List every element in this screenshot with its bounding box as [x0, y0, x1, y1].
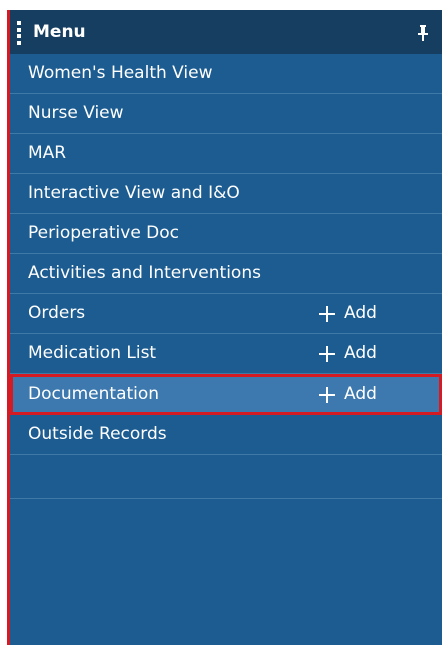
menu-item-womens-health-view[interactable]: Women's Health View — [10, 54, 442, 94]
menu-item-orders[interactable]: Orders Add — [10, 294, 442, 334]
medication-list-add-button[interactable]: Add — [318, 334, 377, 373]
menu-item-label: Outside Records — [28, 424, 167, 444]
menu-panel: Menu Women's Health View Nurse View MAR … — [10, 10, 442, 645]
menu-item-label: Documentation — [28, 384, 160, 404]
menu-item-perioperative-doc[interactable]: Perioperative Doc — [10, 214, 442, 254]
plus-icon — [319, 305, 335, 322]
drag-grip-icon[interactable] — [17, 21, 21, 45]
add-label: Add — [344, 384, 377, 404]
menu-item-interactive-view[interactable]: Interactive View and I&O — [10, 174, 442, 214]
menu-item-label: Women's Health View — [28, 63, 213, 83]
menu-item-label: Interactive View and I&O — [28, 183, 240, 203]
menu-item-label: Perioperative Doc — [28, 223, 180, 243]
menu-item-documentation[interactable]: Documentation Add — [10, 374, 442, 415]
documentation-add-button[interactable]: Add — [318, 377, 377, 412]
menu-item-empty — [10, 455, 442, 499]
menu-item-label: Activities and Interventions — [28, 263, 261, 283]
menu-item-label: Nurse View — [28, 103, 124, 123]
add-label: Add — [344, 343, 377, 363]
plus-icon — [319, 345, 335, 362]
menu-item-outside-records[interactable]: Outside Records — [10, 415, 442, 455]
menu-header: Menu — [10, 10, 442, 54]
menu-item-label: MAR — [28, 143, 67, 163]
menu-item-mar[interactable]: MAR — [10, 134, 442, 174]
menu-item-activities-interventions[interactable]: Activities and Interventions — [10, 254, 442, 294]
add-label: Add — [344, 303, 377, 323]
pin-icon[interactable] — [418, 25, 428, 41]
menu-item-nurse-view[interactable]: Nurse View — [10, 94, 442, 134]
menu-item-medication-list[interactable]: Medication List Add — [10, 334, 442, 374]
menu-item-label: Medication List — [28, 343, 157, 363]
app-window: Menu Women's Health View Nurse View MAR … — [0, 0, 442, 645]
plus-icon — [319, 386, 335, 403]
menu-title: Menu — [33, 22, 86, 42]
orders-add-button[interactable]: Add — [318, 294, 377, 333]
menu-item-label: Orders — [28, 303, 86, 323]
